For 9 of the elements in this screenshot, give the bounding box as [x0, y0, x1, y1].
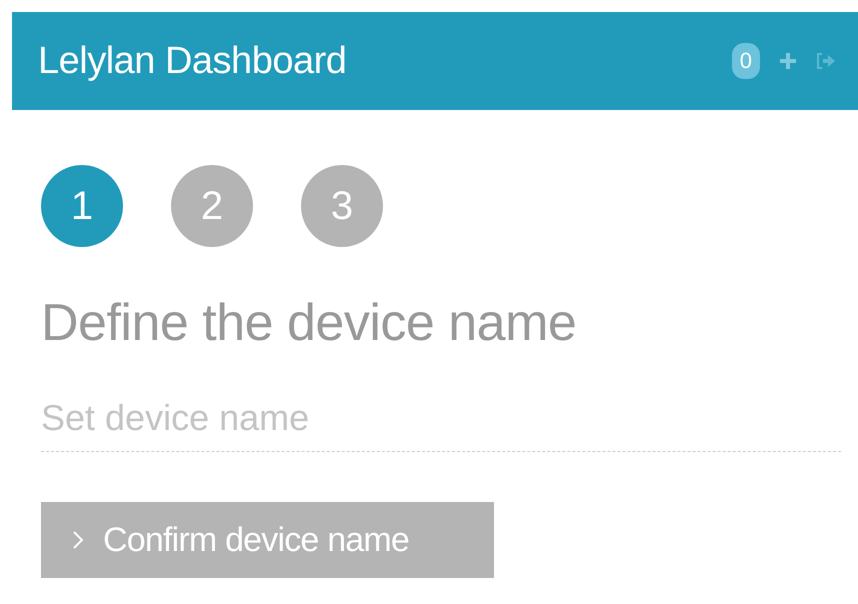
- step-indicator[interactable]: 2: [171, 165, 253, 247]
- app-title: Lelylan Dashboard: [38, 40, 346, 82]
- add-icon[interactable]: [778, 51, 798, 71]
- step-indicator[interactable]: 1: [41, 165, 123, 247]
- page-heading: Define the device name: [41, 293, 578, 353]
- notification-count[interactable]: 0: [732, 43, 760, 79]
- step-indicator[interactable]: 3: [301, 165, 383, 247]
- logout-icon[interactable]: [816, 52, 836, 70]
- chevron-icon: [71, 529, 85, 551]
